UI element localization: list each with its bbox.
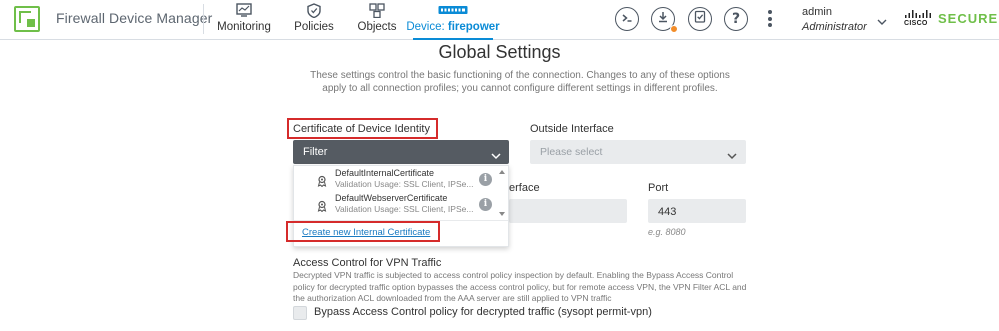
certificate-filter-dropdown[interactable]: Filter	[293, 140, 509, 164]
create-link-highlight	[286, 221, 440, 242]
brand-vendor: CISCO	[904, 20, 928, 27]
port-value: 443	[658, 206, 677, 218]
certificate-option-usage: Validation Usage: SSL Client, IPSe...	[335, 204, 474, 214]
vpn-access-description: Decrypted VPN traffic is subjected to ac…	[293, 270, 747, 303]
task-list-button[interactable]	[688, 7, 712, 31]
pending-changes-badge	[670, 25, 678, 33]
user-menu[interactable]: admin Administrator	[802, 6, 867, 33]
nav-monitoring-label: Monitoring	[217, 21, 271, 33]
certificate-label: Certificate of Device Identity	[293, 123, 430, 135]
fdm-logo-icon	[14, 6, 40, 32]
chevron-up-icon	[491, 147, 501, 165]
hidden-field-label: erface	[509, 182, 540, 194]
nav-objects[interactable]: Objects	[357, 2, 397, 38]
certificate-icon	[316, 174, 328, 192]
cli-console-icon	[621, 10, 633, 28]
outside-interface-label: Outside Interface	[530, 123, 614, 135]
nav-device-label: Device: firepower	[406, 21, 500, 33]
vpn-access-title: Access Control for VPN Traffic	[293, 257, 442, 269]
user-name: admin	[802, 6, 832, 18]
nav-objects-label: Objects	[357, 21, 397, 33]
page-title: Global Settings	[438, 42, 561, 62]
nav-policies-label: Policies	[294, 21, 334, 33]
user-role: Administrator	[802, 21, 867, 33]
bypass-access-control-checkbox[interactable]	[293, 306, 307, 320]
certificate-option-name: DefaultWebserverCertificate	[335, 193, 448, 203]
help-icon: ?	[731, 11, 741, 27]
info-icon[interactable]: i	[479, 173, 492, 186]
objects-icon	[369, 2, 385, 18]
page-description: These settings control the basic functio…	[310, 70, 730, 94]
device-icon	[438, 2, 468, 18]
deploy-icon	[657, 10, 669, 28]
nav-policies[interactable]: Policies	[294, 2, 334, 38]
task-list-icon	[694, 10, 706, 28]
top-navigation-bar: Firewall Device Manager Monitoring Polic…	[0, 0, 999, 40]
certificate-option-name: DefaultInternalCertificate	[335, 168, 435, 178]
deploy-button[interactable]	[651, 7, 678, 33]
nav-monitoring[interactable]: Monitoring	[217, 2, 271, 38]
hidden-field-input[interactable]	[509, 199, 627, 223]
help-button[interactable]: ?	[724, 7, 748, 31]
dropdown-scrollbar[interactable]	[499, 170, 505, 216]
chevron-down-icon	[727, 147, 737, 165]
port-input[interactable]: 443	[648, 199, 746, 223]
chevron-down-icon[interactable]	[877, 13, 887, 31]
certificate-icon	[316, 199, 328, 217]
port-hint: e.g. 8080	[648, 227, 686, 237]
filter-label: Filter	[303, 146, 328, 158]
bypass-access-control-label[interactable]: Bypass Access Control policy for decrypt…	[314, 306, 652, 318]
app-title: Firewall Device Manager	[56, 10, 213, 26]
certificate-option-usage: Validation Usage: SSL Client, IPSe...	[335, 179, 474, 189]
nav-device[interactable]: Device: firepower	[406, 2, 500, 40]
more-options-icon[interactable]	[765, 10, 775, 30]
divider	[203, 4, 204, 34]
outside-interface-select[interactable]: Please select	[530, 140, 746, 164]
cli-console-button[interactable]	[615, 7, 639, 31]
port-label: Port	[648, 182, 669, 194]
monitoring-icon	[236, 2, 252, 18]
info-icon[interactable]: i	[479, 198, 492, 211]
brand-product: SECURE	[938, 11, 999, 26]
certificate-option[interactable]: DefaultInternalCertificate Validation Us…	[294, 168, 492, 192]
policies-icon	[307, 2, 321, 18]
certificate-option[interactable]: DefaultWebserverCertificate Validation U…	[294, 193, 492, 217]
outside-interface-placeholder: Please select	[540, 146, 603, 158]
